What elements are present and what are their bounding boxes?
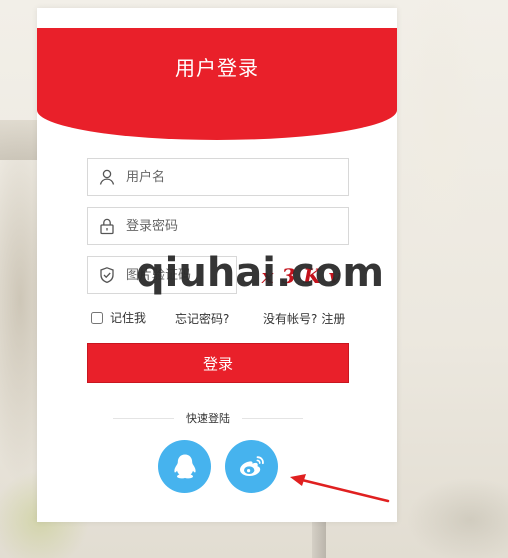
remember-label: 记住我 bbox=[110, 311, 147, 325]
login-button[interactable]: 登录 bbox=[87, 343, 349, 383]
quick-login-label: 快速登陆 bbox=[186, 412, 230, 425]
remember-me[interactable]: 记住我 bbox=[91, 309, 146, 326]
forgot-password-link[interactable]: 忘记密码? bbox=[175, 310, 229, 327]
quick-login-divider: 快速登陆 bbox=[113, 410, 303, 426]
password-input[interactable] bbox=[126, 209, 326, 243]
shield-check-icon bbox=[88, 257, 126, 293]
divider-line-right bbox=[242, 417, 303, 419]
register-link[interactable]: 注册 bbox=[321, 312, 345, 326]
no-account-label: 没有帐号? bbox=[263, 312, 318, 326]
card-header-banner bbox=[37, 28, 397, 140]
login-options-row: 记住我 忘记密码? 没有帐号? 注册 bbox=[91, 309, 351, 327]
annotation-arrow-icon bbox=[290, 474, 390, 503]
remember-checkbox[interactable] bbox=[91, 311, 103, 324]
background-post bbox=[312, 520, 326, 558]
weibo-login-button[interactable] bbox=[225, 440, 278, 493]
qq-login-button[interactable] bbox=[158, 440, 211, 493]
lock-icon bbox=[88, 208, 126, 244]
password-field[interactable] bbox=[87, 207, 349, 245]
page-title: 用户登录 bbox=[175, 56, 259, 80]
weibo-icon bbox=[239, 455, 264, 476]
watermark-text: qiuhai.com bbox=[136, 250, 385, 296]
user-icon bbox=[88, 159, 126, 195]
divider-line-left bbox=[113, 417, 174, 419]
no-account-text: 没有帐号? 注册 bbox=[263, 310, 345, 327]
username-input[interactable] bbox=[126, 160, 326, 194]
username-field[interactable] bbox=[87, 158, 349, 196]
qq-icon bbox=[173, 454, 196, 478]
